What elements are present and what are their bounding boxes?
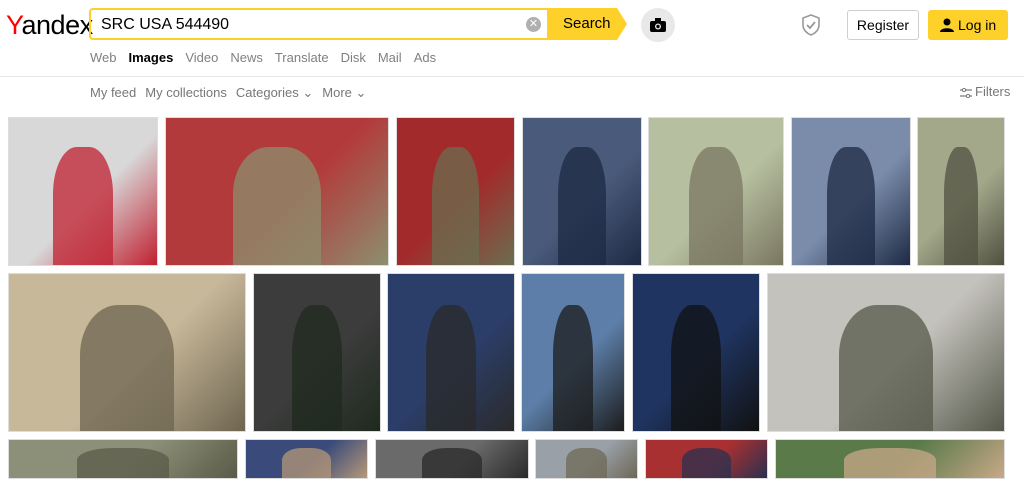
search-button[interactable]: Search — [547, 8, 617, 40]
top-header: Yandex ✕ Search Register Log in Web Image… — [0, 0, 1024, 77]
filters-icon — [960, 87, 972, 98]
image-result-airforce-general[interactable] — [791, 117, 911, 266]
image-result-woman-portrait[interactable] — [521, 273, 625, 432]
image-result-soldiers-beach[interactable] — [767, 273, 1005, 432]
user-icon — [940, 18, 954, 32]
image-subject — [670, 305, 722, 431]
image-subject — [844, 447, 936, 478]
tab-translate[interactable]: Translate — [275, 50, 329, 65]
image-result-soldier-helmet[interactable] — [375, 439, 529, 479]
image-result-navy-admiral[interactable] — [632, 273, 760, 432]
image-subject — [232, 147, 322, 265]
image-result-soldier-flag-2[interactable] — [645, 439, 768, 479]
image-result-soldier-flag[interactable] — [165, 117, 389, 266]
image-result-woman-flag[interactable] — [245, 439, 368, 479]
clear-search-icon[interactable]: ✕ — [526, 17, 541, 32]
image-result-soldier-rifle-forest[interactable] — [648, 117, 784, 266]
image-result-politician-portrait[interactable] — [387, 273, 515, 432]
tab-images[interactable]: Images — [129, 50, 174, 65]
my-collections-link[interactable]: My collections — [145, 85, 227, 100]
filters-label: Filters — [975, 84, 1011, 99]
image-subject — [566, 447, 607, 478]
more-dropdown[interactable]: More ⌄ — [322, 85, 366, 101]
search-box: ✕ — [89, 8, 547, 40]
image-subject — [282, 447, 331, 478]
image-subject — [838, 305, 934, 431]
image-result-army-sergeant[interactable] — [253, 273, 381, 432]
shield-icon[interactable] — [801, 14, 821, 41]
tab-disk[interactable]: Disk — [341, 50, 366, 65]
image-subject — [552, 305, 594, 431]
tab-ads[interactable]: Ads — [414, 50, 436, 65]
filters-button[interactable]: Filters — [960, 84, 1010, 99]
tab-web[interactable]: Web — [90, 50, 117, 65]
yandex-logo[interactable]: Yandex — [6, 10, 93, 41]
my-feed-link[interactable]: My feed — [90, 85, 136, 100]
image-subject — [421, 447, 483, 478]
image-subject — [682, 447, 731, 478]
logo-text: andex — [21, 10, 94, 40]
logo-letter: Y — [6, 10, 22, 40]
image-result-general-portrait[interactable] — [396, 117, 515, 266]
image-result-sniper-field[interactable] — [917, 117, 1005, 266]
image-subject — [689, 147, 743, 265]
tab-video[interactable]: Video — [185, 50, 218, 65]
image-subject — [432, 147, 479, 265]
register-button[interactable]: Register — [847, 10, 919, 40]
image-result-soldiers-mountain[interactable] — [535, 439, 638, 479]
tab-news[interactable]: News — [230, 50, 263, 65]
camera-search-icon[interactable] — [641, 8, 675, 42]
image-subject — [558, 147, 606, 265]
image-result-airforce-woman[interactable] — [522, 117, 642, 266]
login-button[interactable]: Log in — [928, 10, 1008, 40]
images-subnav: My feed My collections Categories ⌄ More ⌄ — [90, 85, 375, 101]
image-result-soldiers-combat[interactable] — [8, 273, 246, 432]
image-result-girl-red-dress[interactable] — [8, 117, 158, 266]
image-subject — [291, 305, 343, 431]
image-subject — [425, 305, 477, 431]
image-subject — [79, 305, 175, 431]
image-result-soldiers-row[interactable] — [8, 439, 238, 479]
image-subject — [943, 147, 979, 265]
image-subject — [827, 147, 875, 265]
search-type-nav: Web Images Video News Translate Disk Mail Ads — [90, 50, 448, 65]
login-label: Log in — [958, 17, 997, 33]
search-arrow-decoration — [617, 8, 627, 40]
image-subject — [77, 447, 169, 478]
image-result-woman-outdoor[interactable] — [775, 439, 1005, 479]
search-input[interactable] — [99, 10, 523, 40]
categories-dropdown[interactable]: Categories ⌄ — [236, 85, 313, 101]
image-subject — [53, 147, 113, 265]
tab-mail[interactable]: Mail — [378, 50, 402, 65]
